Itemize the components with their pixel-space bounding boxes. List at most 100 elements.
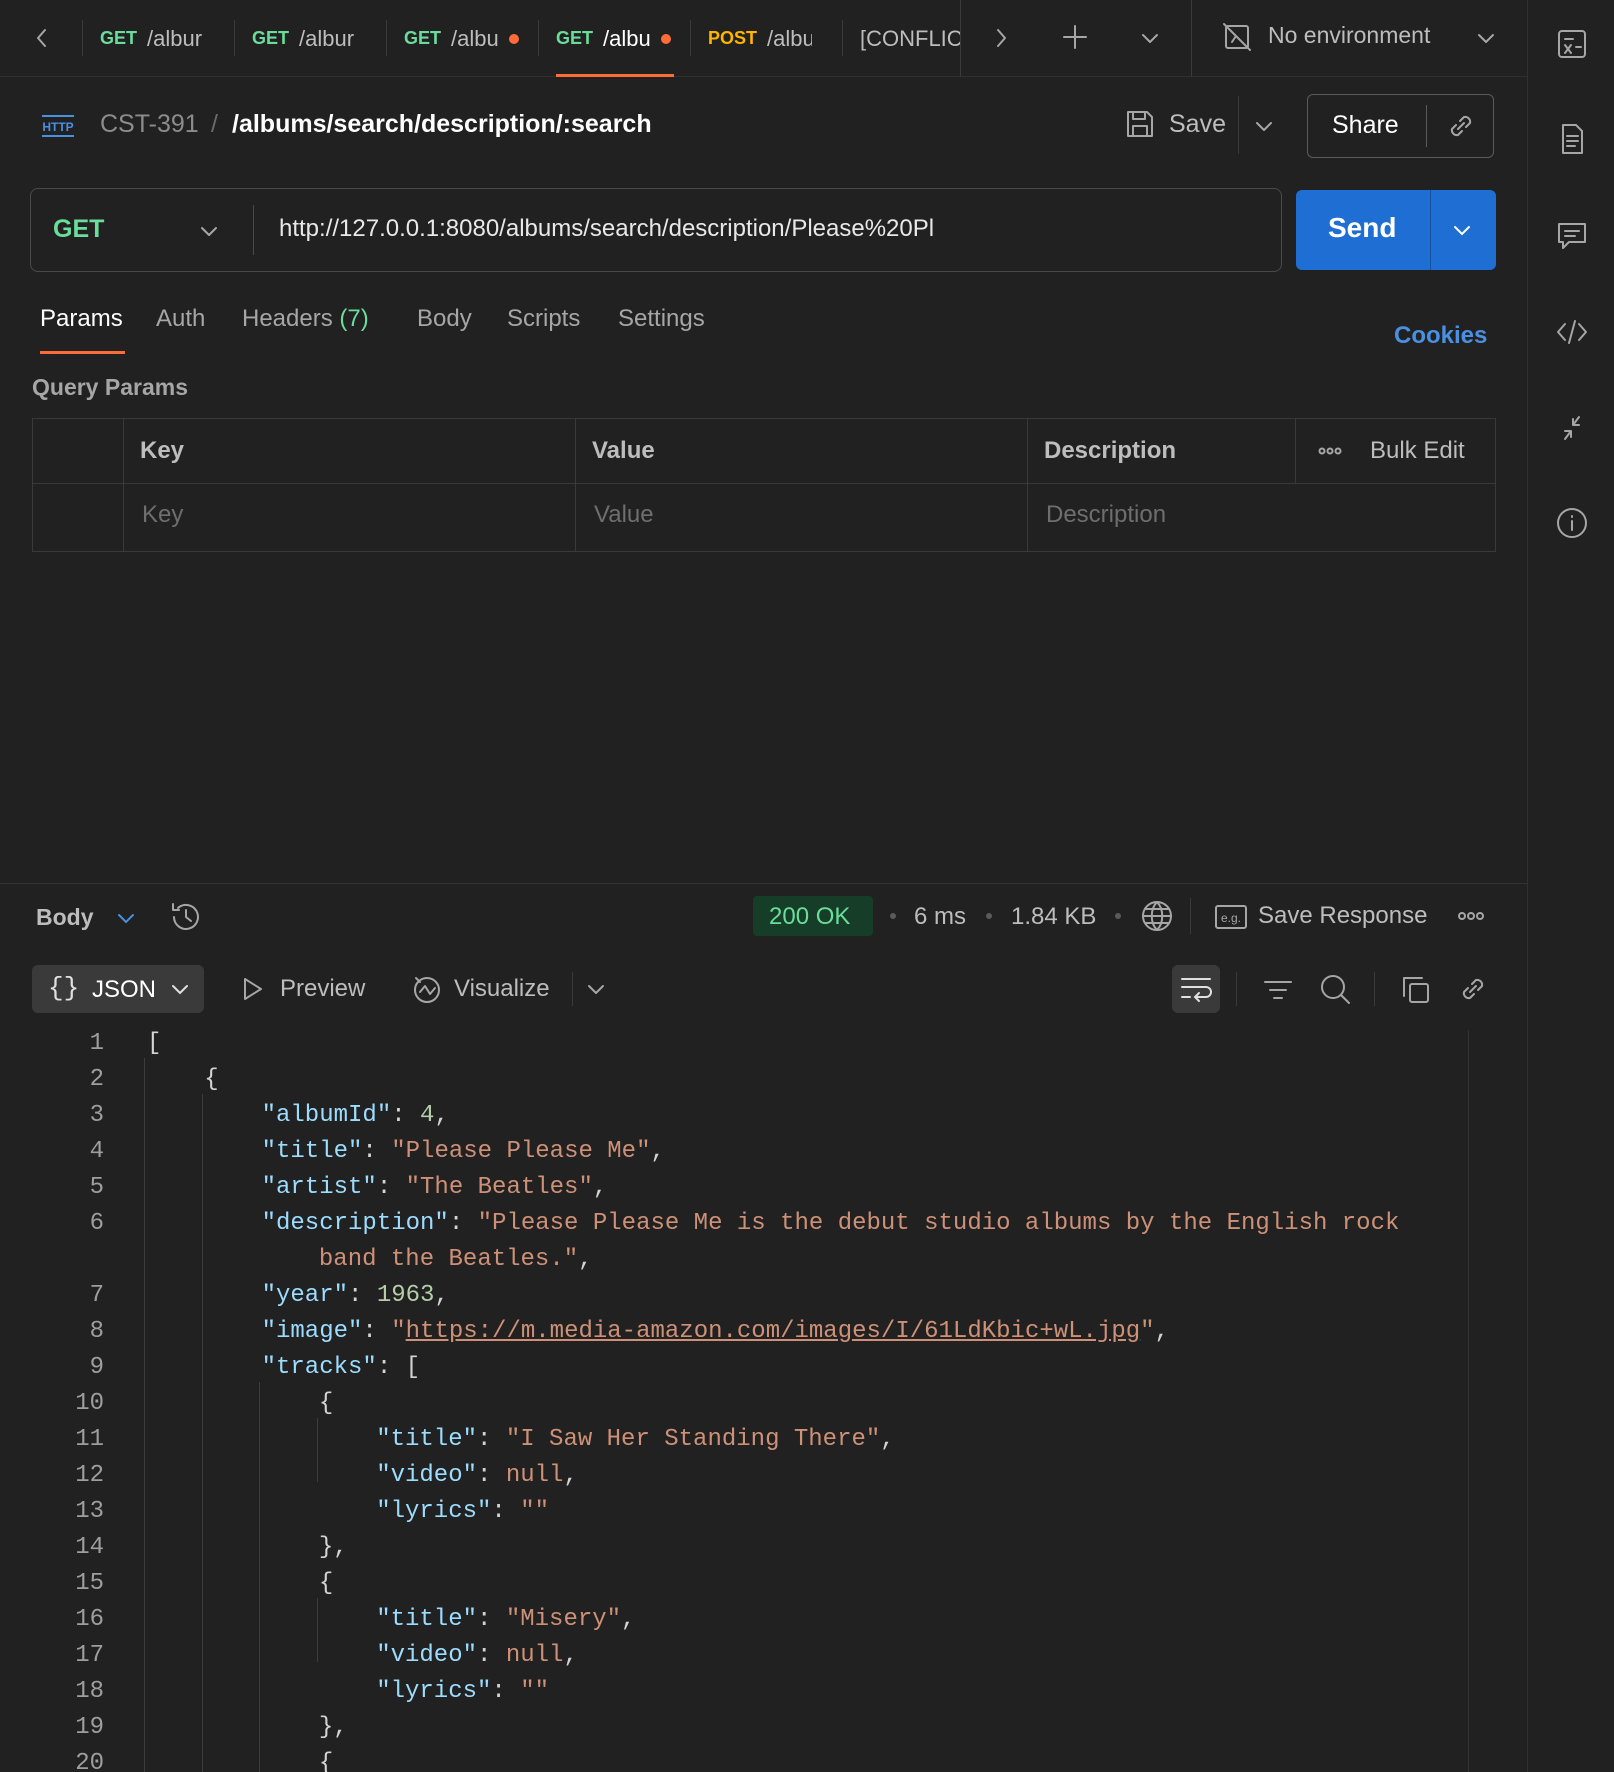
- visualize-button[interactable]: Visualize: [454, 975, 550, 1003]
- tab-params[interactable]: Params: [40, 305, 123, 333]
- json-value: band the Beatles.": [318, 1246, 579, 1273]
- save-button[interactable]: Save: [1169, 110, 1226, 139]
- environment-chevron-icon[interactable]: [1472, 24, 1500, 52]
- json-punctuation: ,: [434, 1102, 449, 1129]
- line-number: 6: [89, 1210, 104, 1237]
- save-response-button[interactable]: Save Response: [1258, 902, 1427, 930]
- code-line: },: [319, 1534, 348, 1561]
- save-icon[interactable]: [1124, 108, 1156, 140]
- request-tab[interactable]: GET /albu: [404, 0, 524, 77]
- url-input[interactable]: http://127.0.0.1:8080/albums/search/desc…: [279, 215, 934, 243]
- send-button-group: Send: [1296, 190, 1496, 270]
- wrap-lines-button[interactable]: [1172, 965, 1220, 1013]
- line-number: 14: [75, 1534, 104, 1561]
- line-number: 17: [75, 1642, 104, 1669]
- json-punctuation: :: [477, 1642, 506, 1669]
- json-punctuation: ,: [1154, 1318, 1169, 1345]
- response-size[interactable]: 1.84 KB: [1011, 903, 1096, 931]
- format-select[interactable]: {} JSON: [32, 965, 204, 1013]
- request-tab-active[interactable]: GET /albu: [556, 0, 674, 77]
- documentation-icon[interactable]: [1555, 122, 1589, 156]
- tab-headers-label: Headers: [242, 305, 333, 332]
- headers-count: (7): [339, 305, 369, 332]
- tab-scripts[interactable]: Scripts: [507, 305, 580, 333]
- method-select[interactable]: GET: [53, 215, 104, 244]
- request-tab[interactable]: [CONFLIC: [860, 0, 960, 77]
- line-number: 10: [75, 1390, 104, 1417]
- json-punctuation: :: [477, 1426, 506, 1453]
- info-icon[interactable]: [1555, 506, 1589, 540]
- request-tab[interactable]: GET /albur: [252, 0, 372, 77]
- unsaved-dot-icon: [508, 33, 519, 44]
- json-punctuation: ,: [434, 1282, 449, 1309]
- cookies-link[interactable]: Cookies: [1394, 322, 1487, 350]
- comments-icon[interactable]: [1555, 218, 1589, 252]
- code-line: "lyrics": "": [376, 1498, 549, 1525]
- code-line: "lyrics": "": [376, 1678, 549, 1705]
- response-code-viewer[interactable]: 1[2{3 "albumId": 4, 4 "title": "Please Plea…: [0, 1030, 1527, 1772]
- json-value: "Please Please Me is the debut studio al…: [477, 1210, 1400, 1237]
- json-punctuation: ,: [880, 1426, 895, 1453]
- json-punctuation: ,: [592, 1174, 608, 1201]
- history-icon[interactable]: [168, 899, 204, 935]
- filter-icon[interactable]: [1262, 974, 1294, 1006]
- json-key: "tracks": [261, 1354, 377, 1381]
- request-name[interactable]: /albums/search/description/:search: [232, 110, 652, 139]
- request-tab[interactable]: GET /albur: [100, 0, 220, 77]
- tab-body[interactable]: Body: [417, 305, 472, 333]
- json-value: 1963: [376, 1282, 435, 1309]
- save-options-chevron-icon[interactable]: [1250, 112, 1278, 140]
- tab-path: /albur: [147, 25, 203, 51]
- method-chevron-icon[interactable]: [195, 217, 223, 245]
- more-options-icon[interactable]: [1317, 441, 1343, 461]
- key-input[interactable]: Key: [142, 501, 183, 529]
- json-punctuation: :: [491, 1498, 521, 1525]
- globe-icon[interactable]: [1140, 899, 1174, 933]
- visualize-chevron-icon[interactable]: [582, 975, 610, 1003]
- line-number: 8: [89, 1318, 104, 1345]
- link-icon[interactable]: [1444, 109, 1478, 143]
- search-icon[interactable]: [1318, 972, 1352, 1006]
- chevron-right-icon[interactable]: [987, 24, 1015, 52]
- code-line: {: [319, 1750, 333, 1772]
- column-header-key: Key: [140, 437, 185, 464]
- environment-label[interactable]: No environment: [1268, 22, 1430, 49]
- copy-icon[interactable]: [1400, 974, 1432, 1006]
- copy-link-icon[interactable]: [1456, 972, 1490, 1006]
- variables-icon[interactable]: [1555, 27, 1589, 61]
- response-more-icon[interactable]: [1456, 906, 1486, 926]
- line-number: 16: [75, 1606, 104, 1633]
- send-options-chevron-icon[interactable]: [1448, 216, 1476, 244]
- tab-settings[interactable]: Settings: [618, 305, 705, 333]
- tab-method: POST: [708, 28, 758, 48]
- plus-icon[interactable]: [1060, 22, 1090, 52]
- line-number: 20: [75, 1750, 104, 1772]
- request-tab[interactable]: POST /albu: [708, 0, 812, 77]
- description-input[interactable]: Description: [1046, 501, 1166, 529]
- tab-headers[interactable]: Headers (7): [242, 305, 369, 333]
- divider: [1238, 96, 1239, 154]
- preview-button[interactable]: Preview: [280, 975, 365, 1003]
- related-collapse-icon[interactable]: [1555, 411, 1589, 445]
- json-value: 4: [420, 1102, 435, 1129]
- visualize-icon: [410, 972, 444, 1006]
- bulk-edit-button[interactable]: Bulk Edit: [1370, 437, 1465, 465]
- breadcrumb-collection[interactable]: CST-391: [100, 110, 199, 139]
- value-input[interactable]: Value: [594, 501, 654, 529]
- tab-auth[interactable]: Auth: [156, 305, 205, 333]
- image-url-link[interactable]: https://m.media-amazon.com/images/I/61Ld…: [406, 1318, 1141, 1345]
- line-number: 5: [89, 1174, 104, 1201]
- share-button[interactable]: Share: [1332, 111, 1399, 140]
- response-body-label[interactable]: Body: [36, 904, 94, 931]
- send-button[interactable]: Send: [1328, 212, 1396, 244]
- line-number: 2: [89, 1066, 104, 1093]
- json-punctuation: },: [318, 1714, 348, 1741]
- code-icon[interactable]: [1555, 315, 1589, 349]
- response-body-chevron-icon[interactable]: [112, 904, 140, 932]
- json-value: "I Saw Her Standing There": [505, 1426, 881, 1453]
- chevron-left-icon[interactable]: [28, 24, 56, 52]
- json-value: "The Beatles": [405, 1174, 593, 1201]
- response-divider[interactable]: [0, 883, 1527, 884]
- chevron-down-icon[interactable]: [1136, 24, 1164, 52]
- response-time[interactable]: 6 ms: [914, 903, 966, 931]
